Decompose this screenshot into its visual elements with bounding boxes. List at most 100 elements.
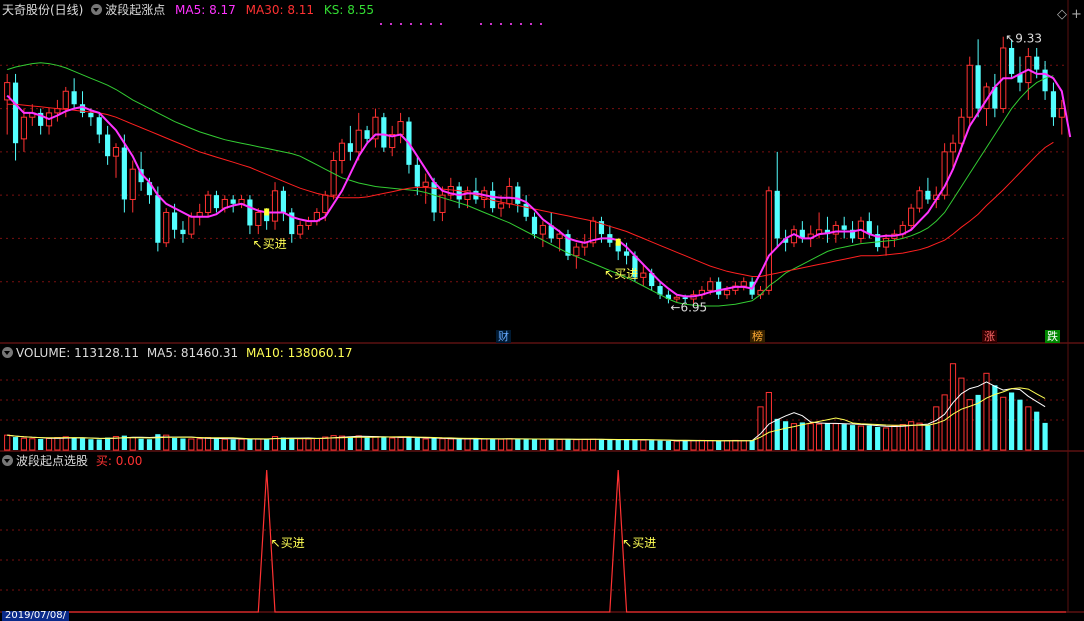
volume-bar-down <box>875 426 881 450</box>
plus-icon[interactable]: + <box>1071 8 1082 22</box>
volume-bar-down <box>1034 411 1040 450</box>
high-price-label: ↖9.33 <box>1005 32 1042 46</box>
volume-bar-down <box>38 438 44 450</box>
volume-bar-up <box>790 423 798 451</box>
candle-body-down <box>280 190 286 213</box>
volume-bar-down <box>264 439 270 450</box>
volume-bar-up <box>196 438 203 451</box>
badge-rank[interactable]: 榜 <box>750 330 765 343</box>
volume-bar-up <box>857 425 865 451</box>
volume-bar-up <box>807 423 814 451</box>
candle-body-up <box>916 190 923 209</box>
volume-bar-up <box>129 437 136 451</box>
candle-body-up <box>204 194 212 213</box>
volume-bar-up <box>20 437 28 451</box>
candle-body-down <box>623 251 630 256</box>
volume-ma10-line <box>7 387 1046 442</box>
badge-rise[interactable]: 涨 <box>982 330 997 343</box>
volume-bar-down <box>180 438 186 450</box>
volume-bar-up <box>305 438 312 451</box>
candle-body-up <box>790 229 798 244</box>
volume-bar-down <box>749 440 755 450</box>
volume-bar-down <box>247 438 253 450</box>
ma30-value: MA30: 8.11 <box>245 3 315 17</box>
top-marker-dot <box>440 23 442 25</box>
candle-body-up <box>1058 108 1065 118</box>
candle-body-down <box>247 199 253 226</box>
candle-body-down <box>96 117 102 135</box>
signal-legend: 波段起点选股 买: 0.00 <box>2 454 142 468</box>
volume-bar-down <box>774 418 780 450</box>
volume-bar-down <box>565 438 571 450</box>
candle-body-up <box>338 142 346 162</box>
volume-bar-down <box>213 438 220 450</box>
candle-body-down <box>213 195 220 209</box>
volume-menu-icon[interactable] <box>2 347 13 358</box>
volume-bar-up <box>313 437 320 451</box>
candle-body-up <box>297 224 304 235</box>
volume-value: VOLUME: 113128.11 <box>16 346 139 360</box>
volume-bar-down <box>155 434 161 450</box>
volume-bar-up <box>497 438 505 451</box>
candle-body-down <box>1042 69 1048 92</box>
volume-bar-up <box>397 437 404 451</box>
volume-bar-up <box>54 437 61 451</box>
volume-bar-up <box>238 438 245 451</box>
volume-bar-down <box>289 438 295 450</box>
badge-fall[interactable]: 跌 <box>1045 330 1060 343</box>
candle-body-down <box>925 190 931 200</box>
candle-body-up <box>62 90 69 110</box>
ks-line <box>7 62 1054 307</box>
volume-bar-up <box>45 437 53 451</box>
candle-body-down <box>180 229 186 235</box>
diamond-icon[interactable]: ◇ <box>1057 8 1067 22</box>
candle-body-up <box>908 207 915 226</box>
volume-bar-up <box>815 423 823 451</box>
volume-bar-down <box>71 437 77 450</box>
badge-finance[interactable]: 财 <box>496 330 511 343</box>
volume-bar-down <box>682 440 688 450</box>
candle-body-up <box>640 272 647 278</box>
candle-body-up <box>966 64 973 118</box>
volume-bar-up <box>1025 406 1032 451</box>
signal-menu-icon[interactable] <box>2 455 13 466</box>
buy-signal-line <box>3 469 1066 613</box>
volume-bar-up <box>447 438 454 451</box>
ma30-line <box>7 103 1054 277</box>
volume-ma5-value: MA5: 81460.31 <box>146 346 239 360</box>
candle-body-up <box>958 116 965 144</box>
candle-body-up <box>20 116 28 140</box>
candle-body-up <box>322 194 329 213</box>
top-marker-dot <box>430 23 432 25</box>
candle-body-up <box>573 246 580 257</box>
top-marker-dot <box>420 23 422 25</box>
ma5-line <box>6 68 1072 298</box>
volume-bar-up <box>1000 396 1007 451</box>
candle-body-up <box>271 190 279 222</box>
volume-bar-up <box>941 394 948 451</box>
candle-body-down <box>105 134 111 157</box>
volume-bar-down <box>414 438 420 450</box>
volume-bar-down <box>866 425 872 450</box>
volume-bar-up <box>539 438 546 451</box>
main-legend: 天奇股份(日线) 波段起涨点 MA5: 8.17 MA30: 8.11 KS: … <box>2 3 374 17</box>
volume-bar-down <box>515 438 521 450</box>
volume-bar-down <box>364 437 370 450</box>
candle-body-down <box>414 164 420 187</box>
top-marker-dot <box>500 23 502 25</box>
buy-annotation: ↖买进 <box>253 237 287 251</box>
volume-bar-down <box>230 439 236 450</box>
candle-body-down <box>431 182 437 213</box>
volume-bar-down <box>88 439 94 450</box>
stock-chart[interactable]: ↖买进 ↖买进 ↖9.33 ←6.95 ↖买进 ↖买进 <box>0 0 1084 621</box>
signal-highlight-candle <box>615 238 621 246</box>
volume-bar-down <box>657 440 663 450</box>
volume-bar-down <box>925 425 931 450</box>
candle-body-up <box>163 211 170 244</box>
indicator-menu-icon[interactable] <box>91 4 103 15</box>
candle-body-down <box>841 225 847 230</box>
volume-bar-down <box>146 439 153 450</box>
volume-ma10-value: MA10: 138060.17 <box>245 346 353 360</box>
signal-buy-annotation: ↖买进 <box>271 536 305 550</box>
signal-buy-annotation: ↖买进 <box>622 536 656 550</box>
